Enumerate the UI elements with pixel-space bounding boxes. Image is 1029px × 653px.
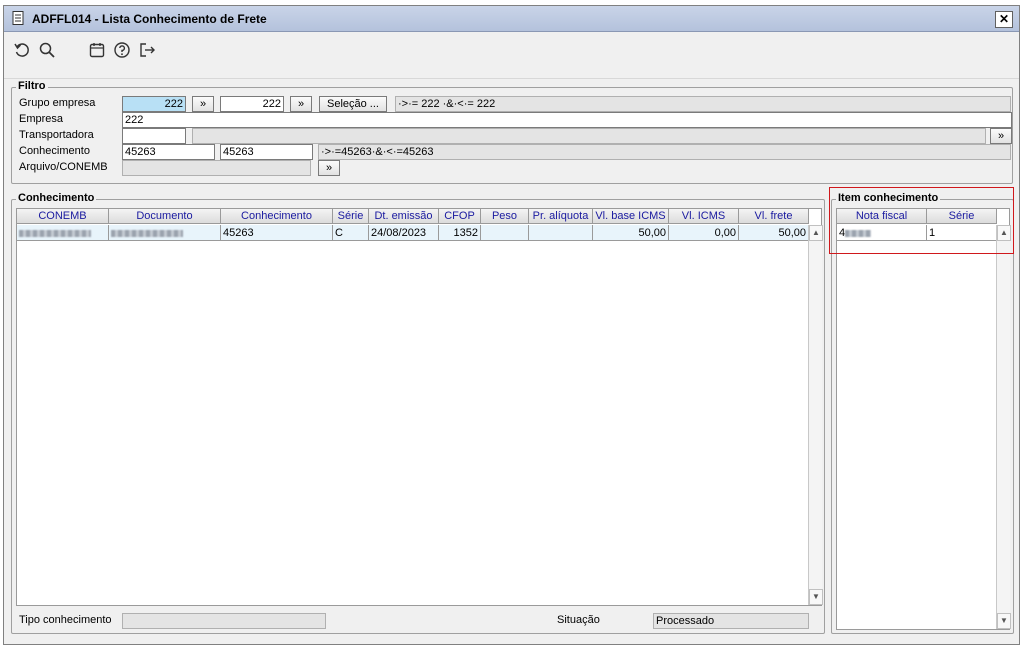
dt-emissao-cell: 24/08/2023 xyxy=(369,225,439,241)
grupo-empresa-expression: ·>·= 222 ·&·<·= 222 xyxy=(395,96,1011,112)
column-header[interactable]: Série xyxy=(333,209,369,224)
help-icon[interactable] xyxy=(113,41,131,59)
transportadora-label: Transportadora xyxy=(19,129,94,141)
column-header[interactable]: Documento xyxy=(109,209,221,224)
conhecimento-expression: ·>·=45263·&·<·=45263 xyxy=(318,144,1011,160)
refresh-icon[interactable] xyxy=(13,41,31,59)
filtro-legend: Filtro xyxy=(16,80,48,92)
transportadora-lookup-button[interactable]: » xyxy=(990,128,1012,144)
situacao-label: Situação xyxy=(557,614,600,626)
serie-cell: C xyxy=(333,225,369,241)
close-button[interactable]: ✕ xyxy=(995,11,1013,28)
vl-frete-cell: 50,00 xyxy=(739,225,809,241)
arquivo-conemb-label: Arquivo/CONEMB xyxy=(19,161,108,173)
peso-cell xyxy=(481,225,529,241)
scroll-up-arrow[interactable]: ▲ xyxy=(809,225,823,241)
column-header[interactable]: Conhecimento xyxy=(221,209,333,224)
empresa-input[interactable]: 222 xyxy=(122,112,1012,128)
conhecimento-label: Conhecimento xyxy=(19,145,90,157)
empresa-label: Empresa xyxy=(19,113,64,125)
column-header[interactable]: CONEMB xyxy=(17,209,109,224)
column-header[interactable]: Vl. ICMS xyxy=(669,209,739,224)
arquivo-conemb-input[interactable] xyxy=(122,160,311,176)
pr-aliquota-cell xyxy=(529,225,593,241)
column-header[interactable]: Peso xyxy=(481,209,529,224)
conhecimento-legend: Conhecimento xyxy=(16,192,97,204)
grupo-empresa-to-input[interactable]: 222 xyxy=(220,96,284,112)
transportadora-input[interactable] xyxy=(122,128,186,144)
calendar-icon[interactable] xyxy=(88,41,106,59)
column-header[interactable]: Pr. alíquota xyxy=(529,209,593,224)
scroll-down-arrow[interactable]: ▼ xyxy=(997,613,1011,629)
tipo-conhecimento-label: Tipo conhecimento xyxy=(19,614,112,626)
conhecimento-table: CONEMB Documento Conhecimento Série Dt. … xyxy=(16,208,823,606)
situacao-field: Processado xyxy=(653,613,809,629)
item-scrollbar[interactable]: ▲ ▼ xyxy=(996,225,1011,629)
conhecimento-to-input[interactable]: 45263 xyxy=(220,144,313,160)
column-header[interactable]: CFOP xyxy=(439,209,481,224)
grupo-empresa-to-lookup-button[interactable]: » xyxy=(290,96,312,112)
column-header[interactable]: Vl. frete xyxy=(739,209,809,224)
redacted-value xyxy=(111,229,183,237)
item-conhecimento-group: Item conhecimento Nota fiscal Série 4 1 … xyxy=(831,192,1014,634)
filtro-group: Filtro Grupo empresa 222 » 222 » Seleção… xyxy=(11,80,1013,184)
cfop-cell: 1352 xyxy=(439,225,481,241)
vl-base-icms-cell: 50,00 xyxy=(593,225,669,241)
redacted-value xyxy=(19,229,91,237)
main-window: ADFFL014 - Lista Conhecimento de Frete ✕… xyxy=(3,5,1020,645)
column-header[interactable]: Dt. emissão xyxy=(369,209,439,224)
tipo-conhecimento-field xyxy=(122,613,326,629)
column-header[interactable]: Vl. base ICMS xyxy=(593,209,669,224)
vl-icms-cell: 0,00 xyxy=(669,225,739,241)
conhecimento-group: Conhecimento CONEMB Documento Conhecimen… xyxy=(11,192,825,634)
search-icon[interactable] xyxy=(38,41,56,59)
grupo-empresa-label: Grupo empresa xyxy=(19,97,96,109)
conhecimento-scrollbar[interactable]: ▲ ▼ xyxy=(808,225,823,605)
conemb-cell xyxy=(17,225,109,241)
highlight-box xyxy=(829,187,1014,254)
item-table: Nota fiscal Série 4 1 ▲ ▼ xyxy=(836,208,1011,630)
grupo-empresa-from-input[interactable]: 222 xyxy=(122,96,186,112)
documento-cell xyxy=(109,225,221,241)
selecao-button[interactable]: Seleção ... xyxy=(319,96,387,112)
transportadora-name xyxy=(192,128,986,144)
exit-icon[interactable] xyxy=(138,41,156,59)
toolbar-divider xyxy=(4,78,1019,79)
grupo-empresa-lookup-button[interactable]: » xyxy=(192,96,214,112)
document-icon xyxy=(12,11,24,25)
conhecimento-from-input[interactable]: 45263 xyxy=(122,144,215,160)
arquivo-conemb-lookup-button[interactable]: » xyxy=(318,160,340,176)
scroll-down-arrow[interactable]: ▼ xyxy=(809,589,823,605)
title-bar: ADFFL014 - Lista Conhecimento de Frete ✕ xyxy=(4,6,1019,32)
conhecimento-cell: 45263 xyxy=(221,225,333,241)
window-title: ADFFL014 - Lista Conhecimento de Frete xyxy=(32,12,267,26)
